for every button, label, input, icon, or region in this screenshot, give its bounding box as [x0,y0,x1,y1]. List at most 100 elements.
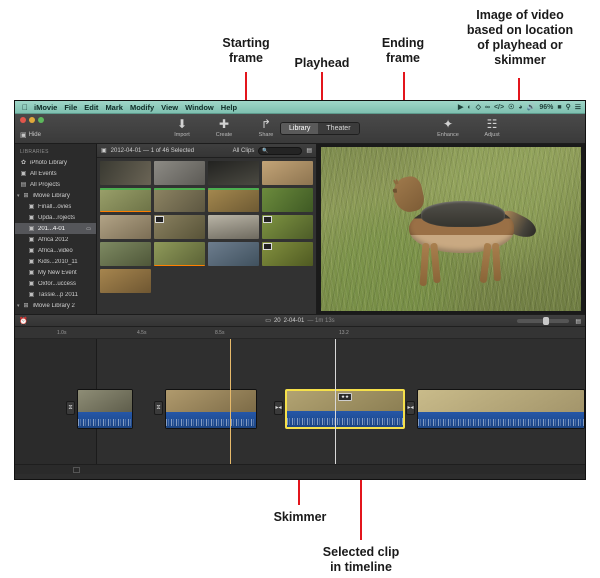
browser-thumbnail[interactable] [262,161,313,185]
code-icon[interactable]: </> [494,104,504,111]
browser-thumbnail[interactable] [154,188,205,212]
sidebar-item-tassie-p-2011[interactable]: ▣ Tassie...p 2011 [15,289,96,300]
browser-thumbnail[interactable] [154,215,205,239]
sidebar-item-africa-2012[interactable]: ▣ Africa 2012 [15,234,96,245]
apple-menu-icon[interactable]:  [22,103,28,112]
enhance-button[interactable]: ✦ Enhance [433,118,463,139]
disclosure-triangle[interactable]: ▾ [17,193,20,199]
resize-handle[interactable] [73,467,80,473]
menu-item-view[interactable]: View [161,103,178,112]
browser-thumbnail[interactable] [262,215,313,239]
timeline-settings-left-icon[interactable]: ⏰ [19,317,28,325]
close-button[interactable] [20,117,26,123]
menu-item-modify[interactable]: Modify [130,103,154,112]
menu-item-help[interactable]: Help [221,103,237,112]
clip-2[interactable] [165,389,257,429]
timeline-ruler[interactable]: 1.0s 4.5s 8.5s 13.2 [15,327,585,339]
sidebar-item-all-events[interactable]: ▣ All Events [15,168,96,179]
playhead[interactable] [335,339,336,474]
sidebar-item-201-4-01[interactable]: ▣ 201...4-01 ▭ [15,223,96,234]
jackal-leg-1 [419,242,430,286]
event-badge-icon: ▭ [86,225,91,232]
timeline-settings-icon[interactable]: ▤ [575,318,581,325]
skimmer[interactable] [230,339,231,474]
create-button[interactable]: ✚ Create [209,117,239,139]
import-label: Import [174,132,190,138]
spotlight-icon[interactable]: ⚲ [566,103,571,111]
sidebar-item-africa-video[interactable]: ▣ Africa...video [15,245,96,256]
volume-icon[interactable]: 🔊 [527,103,536,111]
browser-thumbnail[interactable] [100,215,151,239]
transition-icon[interactable]: ⧖ [66,401,75,415]
library-theater-segmented-control[interactable]: Library Theater [280,122,360,135]
sidebar-item-label: iMovie Library 2 [32,302,75,309]
tab-theater[interactable]: Theater [318,123,359,134]
browser-thumbnail[interactable] [262,188,313,212]
sidebar-item-label: My New Event [38,269,77,276]
import-button[interactable]: ⬇ Import [167,117,197,139]
menu-item-window[interactable]: Window [185,103,214,112]
sidebar-item-iphoto-library[interactable]: ✿ iPhoto Library [15,157,96,168]
sidebar-item-oxfor-uccess[interactable]: ▣ Oxfor...uccess [15,278,96,289]
menu-item-file[interactable]: File [64,103,77,112]
browser-thumbnail[interactable] [100,188,151,212]
create-icon: ✚ [218,117,230,131]
transition-icon[interactable]: ▸◂ [406,401,415,415]
sidebar-item-finall-ovies[interactable]: ▣ Finall...ovies [15,201,96,212]
battery-icon[interactable]: ■ [557,104,561,111]
menu-item-edit[interactable]: Edit [84,103,98,112]
timeline-track[interactable]: ⧖ ⧖ ▸◂ ▸◂ ★★ [15,339,585,474]
sidebar-item-kids-2010-11[interactable]: ▣ Kids...2010_11 [15,256,96,267]
clip-3-selected[interactable]: ★★ [285,389,405,429]
search-input[interactable]: 🔍 [258,146,303,155]
share-button[interactable]: ↱ Share [251,118,281,139]
zoom-button[interactable] [38,117,44,123]
minimize-button[interactable] [29,117,35,123]
browser-thumbnail[interactable] [208,161,259,185]
list-view-icon[interactable]: ▤ [306,147,312,154]
browser-thumbnail[interactable] [208,188,259,212]
browser-thumbnail[interactable] [100,242,151,266]
wifi-icon[interactable]: ◕ [518,104,522,111]
timeline-header: ⏰ ▭ 20 2-04-01 — 1m 13s ▤ [15,314,585,327]
sidebar[interactable]: LIBRARIES ✿ iPhoto Library ▣ All Events ▤ All… [15,144,97,314]
browser-thumbnail[interactable] [208,215,259,239]
sidebar-item-imovie-library[interactable]: ▾ ⊞ iMovie Library [15,190,96,201]
window-controls[interactable] [20,117,44,123]
hide-label: Hide [28,132,41,138]
event-icon: ▣ [28,292,35,298]
adjust-button[interactable]: ☷ Adjust [477,118,507,139]
link-icon[interactable]: ∞ [485,104,490,111]
menu-item-imovie[interactable]: iMovie [34,103,57,112]
zoom-slider-thumb[interactable] [543,317,549,325]
import-icon: ⬇ [176,117,188,131]
hide-sidebar-button[interactable]: ▣ Hide [20,131,41,139]
dropbox-icon[interactable]: ◇ [476,103,481,111]
browser-thumbnail[interactable] [262,242,313,266]
menu-item-mark[interactable]: Mark [105,103,123,112]
clip-1[interactable] [77,389,133,429]
sidebar-item-upda-rojects[interactable]: ▣ Upda...rojects [15,212,96,223]
moon-icon[interactable]: ◐ [467,104,471,111]
sidebar-item-my-new-event[interactable]: ▣ My New Event [15,267,96,278]
browser-thumbnail[interactable] [154,242,205,266]
viewer [317,144,585,314]
project-badge-icon: ▭ [265,318,271,324]
transition-icon[interactable]: ⧖ [154,401,163,415]
sidebar-item-all-projects[interactable]: ▤ All Projects [15,179,96,190]
browser-thumbnail[interactable] [100,269,151,293]
disclosure-triangle[interactable]: ▾ [17,303,20,309]
clip-audio-waveform [287,411,403,427]
clip-4[interactable] [417,389,585,429]
bluetooth-icon[interactable]: ☉ [508,103,514,111]
tab-library[interactable]: Library [281,123,319,134]
airplay-icon[interactable]: ▶ [458,103,463,111]
timeline-zoom-slider[interactable] [517,317,569,325]
transition-icon[interactable]: ▸◂ [274,401,283,415]
sidebar-item-imovie-library-2[interactable]: ▾ ⊞ iMovie Library 2 [15,300,96,311]
browser-filter[interactable]: All Clips [233,148,255,154]
notification-icon[interactable]: ☰ [575,103,581,111]
browser-thumbnail[interactable] [208,242,259,266]
browser-thumbnail[interactable] [100,161,151,185]
browser-thumbnail[interactable] [154,161,205,185]
